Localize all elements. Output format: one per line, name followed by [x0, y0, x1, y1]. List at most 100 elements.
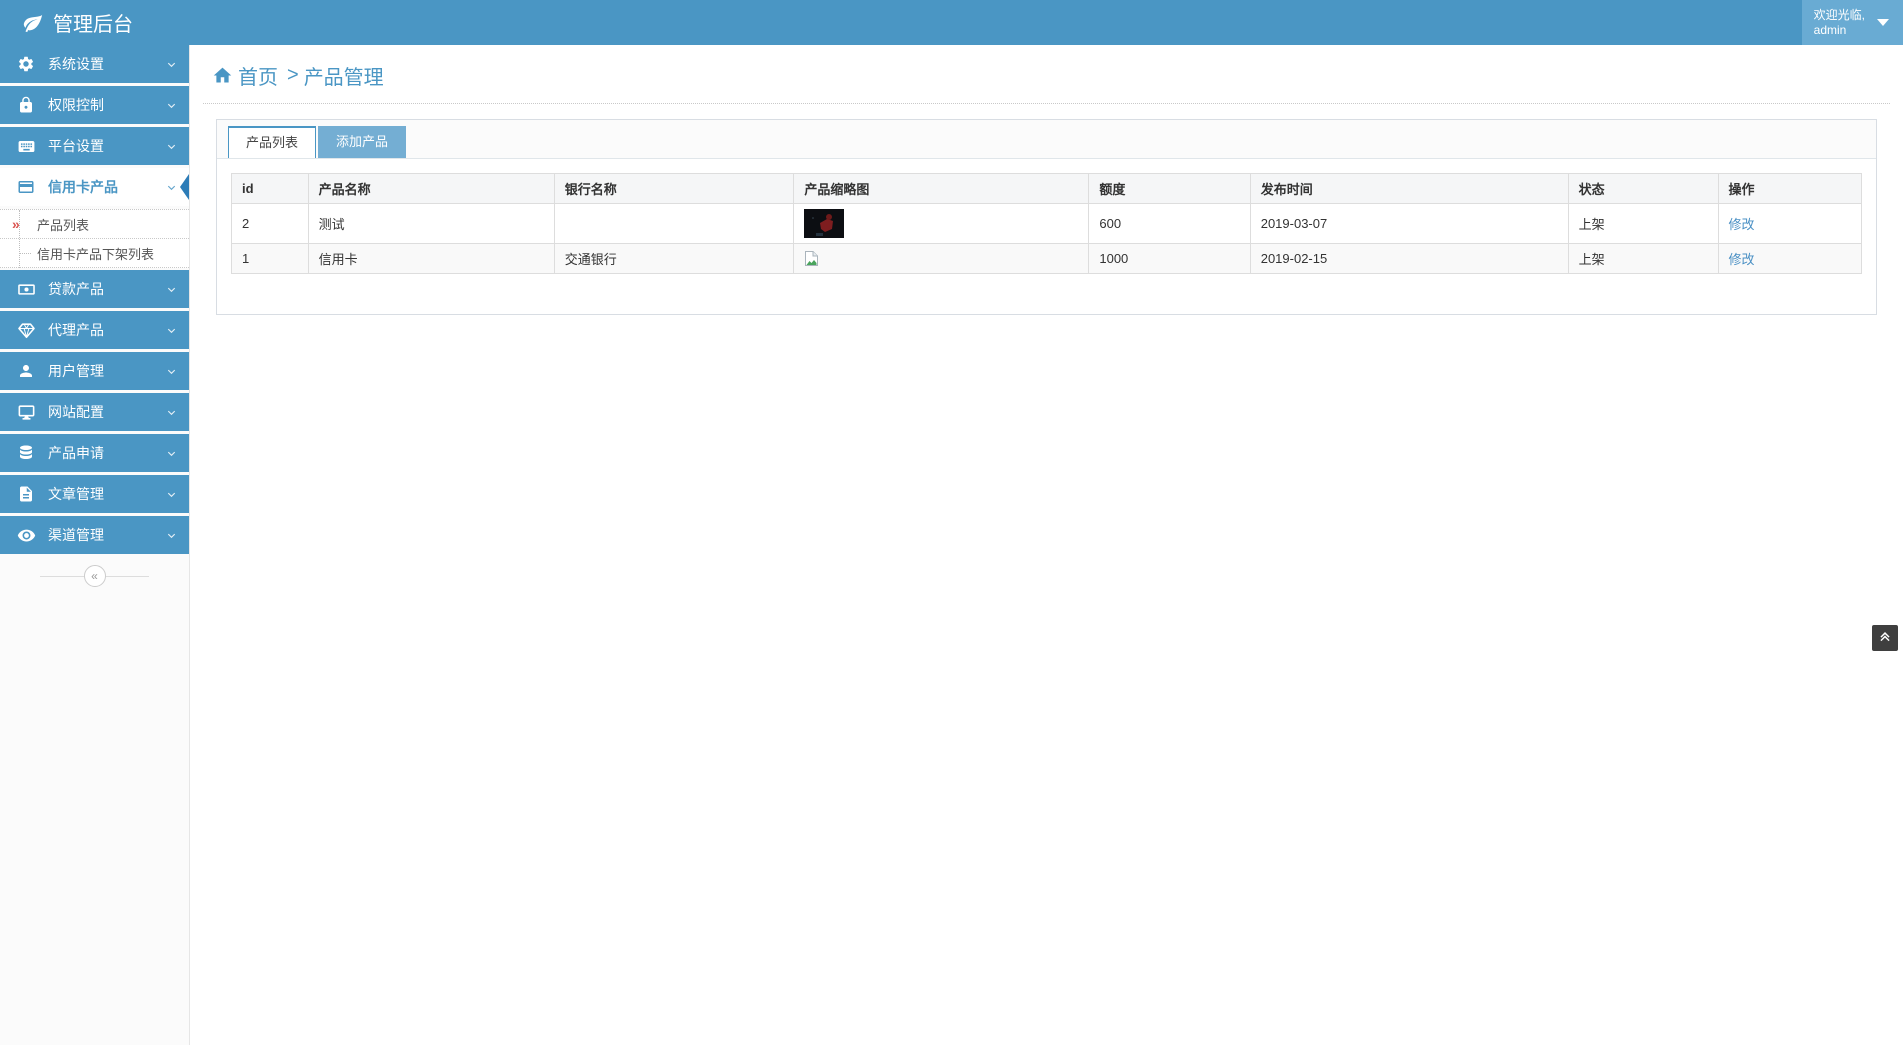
user-icon [16, 361, 36, 381]
breadcrumb-current: 产品管理 [303, 67, 384, 89]
sidebar-item-label: 权限控制 [48, 97, 104, 113]
document-icon [16, 484, 36, 504]
keyboard-icon [16, 136, 36, 156]
column-header-status: 状态 [1567, 173, 1719, 204]
chevron-down-icon [166, 489, 177, 500]
chevron-down-icon [166, 325, 177, 336]
sidebar-item-user-management[interactable]: 用户管理 [0, 352, 189, 390]
column-header-quota: 额度 [1088, 173, 1251, 204]
sidebar-subitem-label: 产品列表 [37, 217, 90, 233]
database-icon [16, 443, 36, 463]
sidebar-item-loan-products[interactable]: 贷款产品 [0, 270, 189, 308]
column-header-thumbnail: 产品缩略图 [793, 173, 1090, 204]
sidebar-item-label: 系统设置 [48, 56, 104, 72]
cell-bank-name: 交通银行 [553, 243, 795, 274]
edit-link[interactable]: 修改 [1729, 217, 1755, 232]
sidebar-item-label: 平台设置 [48, 138, 104, 154]
home-icon [212, 65, 233, 86]
angle-double-up-icon [1878, 629, 1892, 648]
username: admin [1813, 22, 1847, 37]
chevron-down-icon [166, 366, 177, 377]
cell-bank-name [553, 203, 795, 244]
chevron-down-icon [166, 59, 177, 70]
breadcrumb-home[interactable]: 首页 [238, 61, 278, 90]
sidebar-item-credit-card-products[interactable]: 信用卡产品 [0, 168, 189, 206]
desktop-icon [16, 402, 36, 422]
cell-id: 2 [231, 203, 309, 244]
sidebar-item-channel-management[interactable]: 渠道管理 [0, 516, 189, 554]
column-header-bank-name: 银行名称 [553, 173, 795, 204]
sidebar-item-label: 用户管理 [48, 363, 104, 379]
chevron-down-icon [166, 407, 177, 418]
sidebar-item-article-management[interactable]: 文章管理 [0, 475, 189, 513]
cell-thumbnail [793, 243, 1090, 274]
chevron-down-icon [166, 182, 177, 193]
broken-image-icon [804, 250, 1078, 267]
cell-status: 上架 [1567, 203, 1719, 244]
cell-id: 1 [231, 243, 309, 274]
cell-action: 修改 [1717, 203, 1863, 244]
sidebar: 系统设置 权限控制 平台设置 信用卡产品 » 产品列表 信用卡产品下架列表 贷款… [0, 45, 190, 1045]
column-header-id: id [231, 173, 309, 204]
chevron-down-icon [166, 141, 177, 152]
cell-thumbnail [793, 203, 1090, 244]
cell-status: 上架 [1567, 243, 1719, 274]
gear-icon [16, 54, 36, 74]
eye-icon [16, 525, 36, 545]
caret-down-icon [1877, 19, 1889, 26]
sidebar-item-product-application[interactable]: 产品申请 [0, 434, 189, 472]
column-header-action: 操作 [1717, 173, 1863, 204]
product-thumbnail-image [804, 209, 1078, 238]
cell-product-name: 测试 [307, 203, 555, 244]
sidebar-item-label: 渠道管理 [48, 527, 104, 543]
cell-quota: 600 [1088, 203, 1251, 244]
sidebar-item-website-config[interactable]: 网站配置 [0, 393, 189, 431]
breadcrumb-separator: > [287, 64, 299, 86]
tab-add-product[interactable]: 添加产品 [318, 126, 407, 158]
column-header-publish-date: 发布时间 [1249, 173, 1569, 204]
diamond-icon [16, 320, 36, 340]
edit-link[interactable]: 修改 [1729, 252, 1755, 267]
sidebar-item-label: 网站配置 [48, 404, 104, 420]
main-content: 首页 > 产品管理 产品列表 添加产品 id 产品名称 银行名称 产品缩略图 额… [190, 45, 1903, 1045]
double-angle-right-icon: » [12, 216, 20, 232]
cell-publish-date: 2019-02-15 [1249, 243, 1569, 274]
table-row: 1 信用卡 交通银行 1000 2019-02-15 上架 修改 [231, 243, 1863, 274]
app-title: 管理后台 [53, 14, 133, 36]
collapse-sidebar-button[interactable]: « [83, 565, 106, 587]
sidebar-item-label: 文章管理 [48, 486, 104, 502]
app-logo: 管理后台 [0, 8, 133, 37]
cell-action: 修改 [1717, 243, 1863, 274]
cell-publish-date: 2019-03-07 [1249, 203, 1569, 244]
sidebar-item-label: 贷款产品 [48, 281, 104, 297]
credit-card-icon [16, 177, 36, 197]
cell-quota: 1000 [1088, 243, 1251, 274]
tab-product-list[interactable]: 产品列表 [228, 126, 317, 158]
sidebar-subitem-label: 信用卡产品下架列表 [37, 246, 155, 262]
divider [203, 103, 1890, 104]
cell-product-name: 信用卡 [307, 243, 555, 274]
product-table: id 产品名称 银行名称 产品缩略图 额度 发布时间 状态 操作 2 测试 60… [231, 173, 1863, 274]
sidebar-item-agent-products[interactable]: 代理产品 [0, 311, 189, 349]
sidebar-item-platform-settings[interactable]: 平台设置 [0, 127, 189, 165]
chevron-down-icon [166, 530, 177, 541]
lock-icon [16, 95, 36, 115]
breadcrumb: 首页 > 产品管理 [190, 45, 1903, 103]
sidebar-subitem-credit-card-offlist[interactable]: 信用卡产品下架列表 [0, 239, 189, 268]
sidebar-subitem-product-list[interactable]: » 产品列表 [0, 210, 189, 239]
double-angle-left-icon: « [91, 569, 98, 583]
active-item-arrow-icon [180, 174, 189, 200]
top-header: 管理后台 欢迎光临, admin [0, 0, 1903, 45]
sidebar-collapse-row: « [0, 561, 189, 591]
user-menu[interactable]: 欢迎光临, admin [1801, 0, 1903, 45]
chevron-down-icon [166, 284, 177, 295]
sidebar-item-label: 产品申请 [48, 445, 104, 461]
sidebar-item-permission-control[interactable]: 权限控制 [0, 86, 189, 124]
back-to-top-button[interactable] [1872, 625, 1898, 651]
welcome-text: 欢迎光临, [1813, 7, 1865, 22]
product-panel: 产品列表 添加产品 id 产品名称 银行名称 产品缩略图 额度 发布时间 状态 … [216, 119, 1877, 315]
leaf-icon [22, 12, 44, 34]
sidebar-item-label: 信用卡产品 [48, 179, 118, 195]
money-icon [16, 279, 36, 299]
sidebar-item-system-settings[interactable]: 系统设置 [0, 45, 189, 83]
